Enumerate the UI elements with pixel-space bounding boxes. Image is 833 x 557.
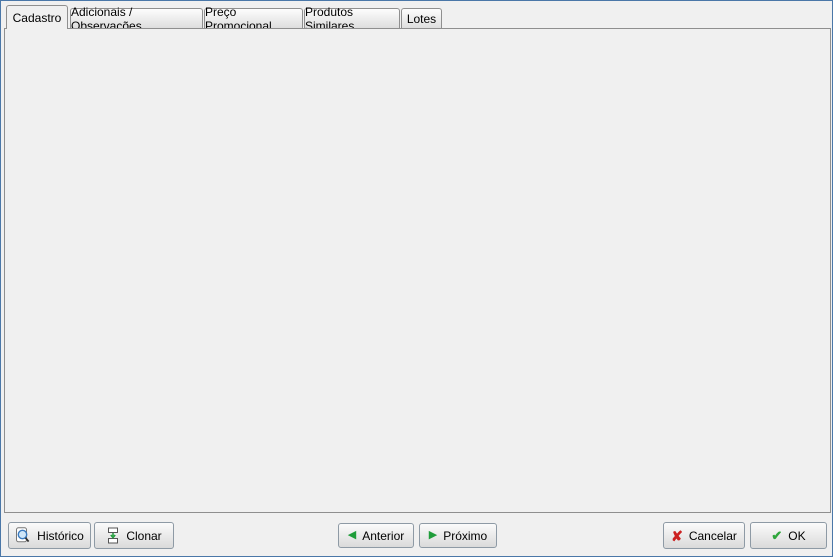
tab-adicionais-observacoes[interactable]: Adicionais / Observações (70, 8, 203, 29)
cancelar-button-label: Cancelar (689, 529, 737, 543)
anterior-button[interactable]: ◀ Anterior (338, 523, 414, 548)
historico-button[interactable]: Histórico (8, 522, 91, 549)
clonar-button-label: Clonar (126, 529, 161, 543)
proximo-button[interactable]: ▶ Próximo (419, 523, 497, 548)
tab-label: Lotes (407, 12, 436, 26)
clonar-button[interactable]: Clonar (94, 522, 174, 549)
proximo-button-label: Próximo (443, 529, 487, 543)
right-arrow-icon: ▶ (429, 530, 437, 541)
tab-cadastro[interactable]: Cadastro (6, 5, 68, 29)
history-search-icon (15, 527, 31, 544)
ok-button-label: OK (788, 529, 805, 543)
historico-button-label: Histórico (37, 529, 84, 543)
tab-produtos-similares[interactable]: Produtos Similares (304, 8, 400, 29)
clone-icon (106, 527, 120, 544)
product-registration-window: Cadastro Adicionais / Observações Preço … (0, 0, 833, 557)
tab-lotes[interactable]: Lotes (401, 8, 442, 29)
cancelar-button[interactable]: ✘ Cancelar (663, 522, 745, 549)
left-arrow-icon: ◀ (348, 530, 356, 541)
anterior-button-label: Anterior (362, 529, 404, 543)
x-icon: ✘ (671, 529, 683, 543)
ok-button[interactable]: ✔ OK (750, 522, 827, 549)
tab-page-cadastro (4, 28, 831, 513)
check-icon: ✔ (771, 529, 782, 542)
tab-preco-promocional[interactable]: Preço Promocional (204, 8, 303, 29)
tab-label: Cadastro (13, 11, 62, 25)
